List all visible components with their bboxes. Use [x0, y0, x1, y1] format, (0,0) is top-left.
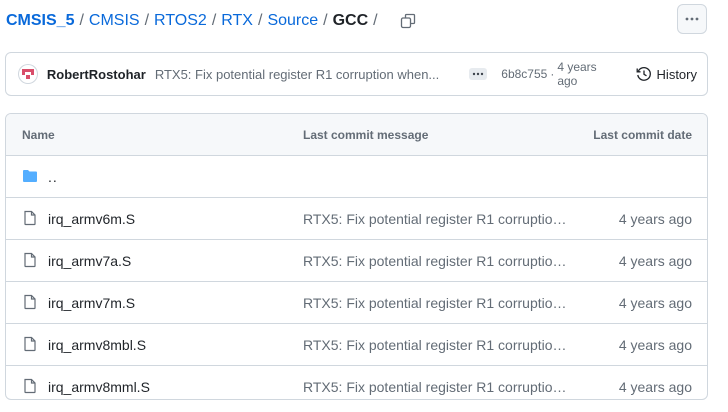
file-commit-date: 4 years ago	[618, 210, 692, 227]
breadcrumb-current-folder: GCC	[332, 12, 369, 29]
breadcrumb-separator: /	[257, 12, 263, 29]
column-header-message: Last commit message	[303, 127, 429, 142]
kebab-horizontal-icon	[685, 17, 699, 21]
file-commit-message-link[interactable]: RTX5: Fix potential register R1 corrupti…	[303, 211, 573, 227]
file-commit-message-link[interactable]: RTX5: Fix potential register R1 corrupti…	[303, 379, 573, 395]
copy-icon	[400, 13, 415, 29]
file-name-link[interactable]: irq_armv7a.S	[48, 253, 131, 269]
file-commit-date: 4 years ago	[618, 294, 692, 311]
breadcrumb-separator: /	[79, 12, 84, 29]
folder-icon	[23, 170, 37, 182]
history-clock-icon	[636, 67, 651, 81]
file-name-link[interactable]: irq_armv7m.S	[48, 295, 135, 311]
breadcrumb-link-rtos2[interactable]: RTOS2	[154, 12, 207, 30]
table-row[interactable]: irq_armv7m.S RTX5: Fix potential registe…	[6, 282, 707, 324]
breadcrumb: CMSIS_5 / CMSIS / RTOS2 / RTX / Source /…	[6, 6, 419, 36]
file-commit-date: 4 years ago	[618, 336, 692, 353]
table-row[interactable]: irq_armv6m.S RTX5: Fix potential registe…	[6, 198, 707, 240]
file-icon	[24, 294, 36, 310]
identicon-icon	[21, 69, 34, 79]
more-options-button[interactable]	[677, 4, 707, 34]
file-commit-date: 4 years ago	[618, 252, 692, 269]
file-commit-message-link[interactable]: RTX5: Fix potential register R1 corrupti…	[303, 337, 573, 353]
breadcrumb-separator: /	[323, 12, 328, 29]
separator-dot: ·	[550, 67, 555, 81]
table-row[interactable]: irq_armv8mml.S RTX5: Fix potential regis…	[6, 366, 707, 399]
file-icon	[24, 210, 36, 226]
file-commit-message-link[interactable]: RTX5: Fix potential register R1 corrupti…	[303, 295, 573, 311]
file-icon	[24, 252, 36, 268]
breadcrumb-separator: /	[373, 12, 378, 29]
breadcrumb-link-source[interactable]: Source	[267, 12, 318, 30]
breadcrumb-link-rtx[interactable]: RTX	[221, 12, 253, 30]
parent-directory-link[interactable]: ..	[48, 169, 58, 185]
file-icon	[24, 378, 36, 394]
file-name-link[interactable]: irq_armv8mbl.S	[48, 337, 146, 353]
file-commit-date: 4 years ago	[618, 378, 692, 395]
breadcrumb-separator: /	[211, 12, 217, 29]
latest-commit-bar: RobertRostohar RTX5: Fix potential regis…	[5, 52, 708, 96]
history-button[interactable]: History	[636, 66, 697, 82]
expand-commit-message-button[interactable]	[469, 68, 488, 80]
ellipsis-icon	[473, 72, 484, 76]
avatar[interactable]	[18, 64, 38, 84]
copy-path-button[interactable]	[397, 10, 419, 32]
file-icon	[24, 336, 36, 352]
file-commit-message-link[interactable]: RTX5: Fix potential register R1 corrupti…	[303, 253, 573, 269]
repo-file-browser: CMSIS_5 / CMSIS / RTOS2 / RTX / Source /…	[0, 0, 728, 412]
file-name-link[interactable]: irq_armv6m.S	[48, 211, 135, 227]
breadcrumb-link-cmsis[interactable]: CMSIS	[89, 12, 140, 30]
commit-message-link[interactable]: RTX5: Fix potential register R1 corrupti…	[155, 67, 456, 82]
file-name-link[interactable]: irq_armv8mml.S	[48, 379, 150, 395]
commit-age: 4 years ago	[557, 60, 597, 88]
column-header-name: Name	[22, 127, 55, 142]
table-row[interactable]: irq_armv8mbl.S RTX5: Fix potential regis…	[6, 324, 707, 366]
breadcrumb-separator: /	[144, 12, 150, 29]
breadcrumb-repo-link[interactable]: CMSIS_5	[6, 12, 74, 30]
commit-author-link[interactable]: RobertRostohar	[47, 67, 146, 82]
parent-directory-row[interactable]: ..	[6, 156, 707, 198]
commit-sha-link[interactable]: 6b8c755	[501, 67, 547, 81]
file-table: Name Last commit message Last commit dat…	[5, 113, 708, 400]
column-header-date: Last commit date	[593, 127, 692, 142]
table-header: Name Last commit message Last commit dat…	[6, 114, 707, 156]
history-label: History	[656, 66, 697, 82]
table-row[interactable]: irq_armv7a.S RTX5: Fix potential registe…	[6, 240, 707, 282]
